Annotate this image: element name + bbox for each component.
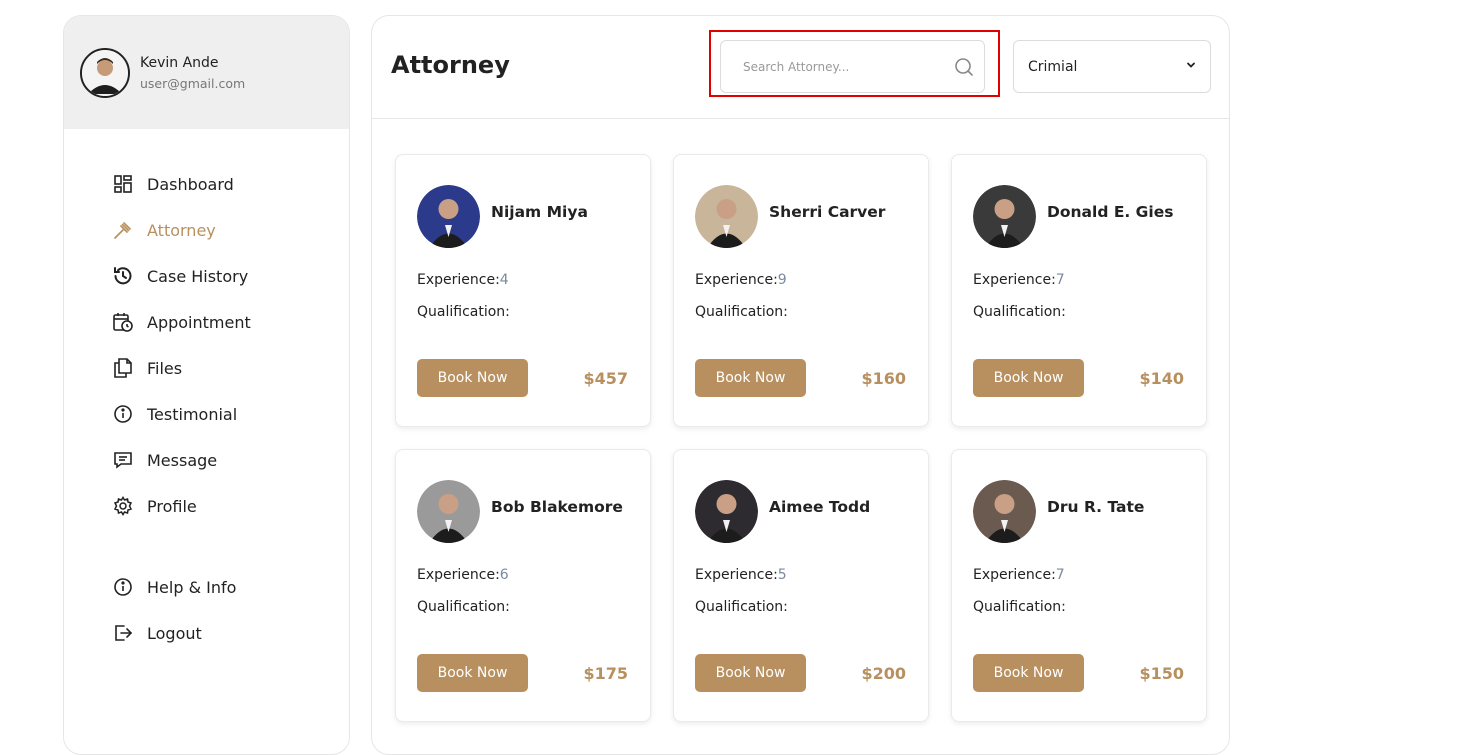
attorney-price: $457 xyxy=(583,369,628,388)
sidebar-item-profile[interactable]: Profile xyxy=(112,483,251,529)
attorney-experience: Experience:7 xyxy=(973,272,1065,288)
book-now-button[interactable]: Book Now xyxy=(973,654,1084,692)
attorney-avatar xyxy=(417,185,480,248)
sidebar-item-label: Dashboard xyxy=(147,174,234,194)
message-icon xyxy=(112,449,134,471)
qualification-label: Qualification: xyxy=(417,599,510,615)
attorney-card[interactable]: Dru R. Tate Experience:7 Qualification: Boo… xyxy=(951,449,1207,722)
sidebar-item-label: Files xyxy=(147,358,183,378)
attorney-avatar xyxy=(695,480,758,543)
sidebar-item-dashboard[interactable]: Dashboard xyxy=(112,161,251,207)
user-name: Kevin Ande xyxy=(140,54,219,71)
attorney-card[interactable]: Aimee Todd Experience:5 Qualification: Book… xyxy=(673,449,929,722)
chevron-down-icon xyxy=(1186,59,1196,73)
attorney-name: Bob Blakemore xyxy=(491,498,623,516)
experience-value: 7 xyxy=(1055,567,1065,583)
attorney-experience: Experience:6 xyxy=(417,567,509,583)
experience-label: Experience: xyxy=(417,567,500,583)
attorney-name: Sherri Carver xyxy=(769,203,886,221)
book-now-button[interactable]: Book Now xyxy=(417,359,528,397)
attorney-card[interactable]: Sherri Carver Experience:9 Qualification: B… xyxy=(673,154,929,427)
page-title: Attorney xyxy=(391,51,510,79)
experience-label: Experience: xyxy=(973,272,1056,288)
attorney-experience: Experience:9 xyxy=(695,272,787,288)
experience-value: 7 xyxy=(1055,272,1065,288)
sidebar-nav: Dashboard Attorney Case History Appointm… xyxy=(112,161,251,529)
attorney-price: $200 xyxy=(861,664,906,683)
attorney-price: $140 xyxy=(1139,369,1184,388)
sidebar-item-label: Help & Info xyxy=(147,577,237,597)
experience-value: 4 xyxy=(499,272,509,288)
category-select-value: Crimial xyxy=(1028,58,1078,75)
attorney-card[interactable]: Nijam Miya Experience:4 Qualification: Book… xyxy=(395,154,651,427)
sidebar: Kevin Ande user@gmail.com Dashboard Atto… xyxy=(63,15,350,755)
experience-label: Experience: xyxy=(695,272,778,288)
sidebar-item-label: Testimonial xyxy=(147,404,238,424)
sidebar-item-label: Attorney xyxy=(147,220,216,240)
attorney-avatar xyxy=(973,480,1036,543)
attorney-experience: Experience:5 xyxy=(695,567,787,583)
sidebar-item-label: Appointment xyxy=(147,312,251,332)
sidebar-item-files[interactable]: Files xyxy=(112,345,251,391)
files-icon xyxy=(112,357,134,379)
sidebar-item-label: Logout xyxy=(147,623,202,643)
attorney-price: $150 xyxy=(1139,664,1184,683)
info-icon xyxy=(112,576,134,598)
attorney-avatar xyxy=(973,185,1036,248)
attorney-card[interactable]: Donald E. Gies Experience:7 Qualification:… xyxy=(951,154,1207,427)
book-now-button[interactable]: Book Now xyxy=(695,654,806,692)
sidebar-item-message[interactable]: Message xyxy=(112,437,251,483)
book-now-button[interactable]: Book Now xyxy=(417,654,528,692)
sidebar-item-label: Profile xyxy=(147,496,197,516)
user-avatar xyxy=(80,47,130,98)
gear-icon xyxy=(112,495,134,517)
sidebar-item-testimonial[interactable]: Testimonial xyxy=(112,391,251,437)
attorney-card[interactable]: Bob Blakemore Experience:6 Qualification: B… xyxy=(395,449,651,722)
experience-value: 6 xyxy=(499,567,509,583)
qualification-label: Qualification: xyxy=(973,599,1066,615)
sidebar-item-appointment[interactable]: Appointment xyxy=(112,299,251,345)
search-field[interactable] xyxy=(720,40,985,93)
experience-label: Experience: xyxy=(973,567,1056,583)
experience-value: 9 xyxy=(777,272,787,288)
book-now-button[interactable]: Book Now xyxy=(695,359,806,397)
sidebar-item-logout[interactable]: Logout xyxy=(112,610,236,656)
sidebar-item-label: Message xyxy=(147,450,218,470)
experience-value: 5 xyxy=(777,567,787,583)
sidebar-item-label: Case History xyxy=(147,266,249,286)
attorney-price: $160 xyxy=(861,369,906,388)
main-header: Attorney Crimial xyxy=(372,16,1229,119)
sidebar-item-help[interactable]: Help & Info xyxy=(112,564,236,610)
sidebar-nav-bottom: Help & Info Logout xyxy=(112,564,236,656)
attorney-name: Aimee Todd xyxy=(769,498,871,516)
user-profile[interactable]: Kevin Ande user@gmail.com xyxy=(64,16,349,129)
sidebar-item-case-history[interactable]: Case History xyxy=(112,253,251,299)
attorney-name: Dru R. Tate xyxy=(1047,498,1145,516)
history-icon xyxy=(112,265,134,287)
qualification-label: Qualification: xyxy=(417,304,510,320)
search-icon[interactable] xyxy=(954,57,974,81)
attorney-name: Donald E. Gies xyxy=(1047,203,1174,221)
qualification-label: Qualification: xyxy=(695,304,788,320)
attorney-avatar xyxy=(417,480,480,543)
qualification-label: Qualification: xyxy=(973,304,1066,320)
category-select[interactable]: Crimial xyxy=(1013,40,1211,93)
info-icon xyxy=(112,403,134,425)
calendar-clock-icon xyxy=(112,311,134,333)
attorney-avatar xyxy=(695,185,758,248)
gavel-icon xyxy=(112,219,134,241)
book-now-button[interactable]: Book Now xyxy=(973,359,1084,397)
attorney-price: $175 xyxy=(583,664,628,683)
qualification-label: Qualification: xyxy=(695,599,788,615)
dashboard-icon xyxy=(112,173,134,195)
user-email: user@gmail.com xyxy=(140,75,246,91)
logout-icon xyxy=(112,622,134,644)
attorney-experience: Experience:7 xyxy=(973,567,1065,583)
attorney-experience: Experience:4 xyxy=(417,272,509,288)
attorney-name: Nijam Miya xyxy=(491,203,588,221)
experience-label: Experience: xyxy=(417,272,500,288)
sidebar-item-attorney[interactable]: Attorney xyxy=(112,207,251,253)
search-input[interactable] xyxy=(743,59,943,74)
experience-label: Experience: xyxy=(695,567,778,583)
